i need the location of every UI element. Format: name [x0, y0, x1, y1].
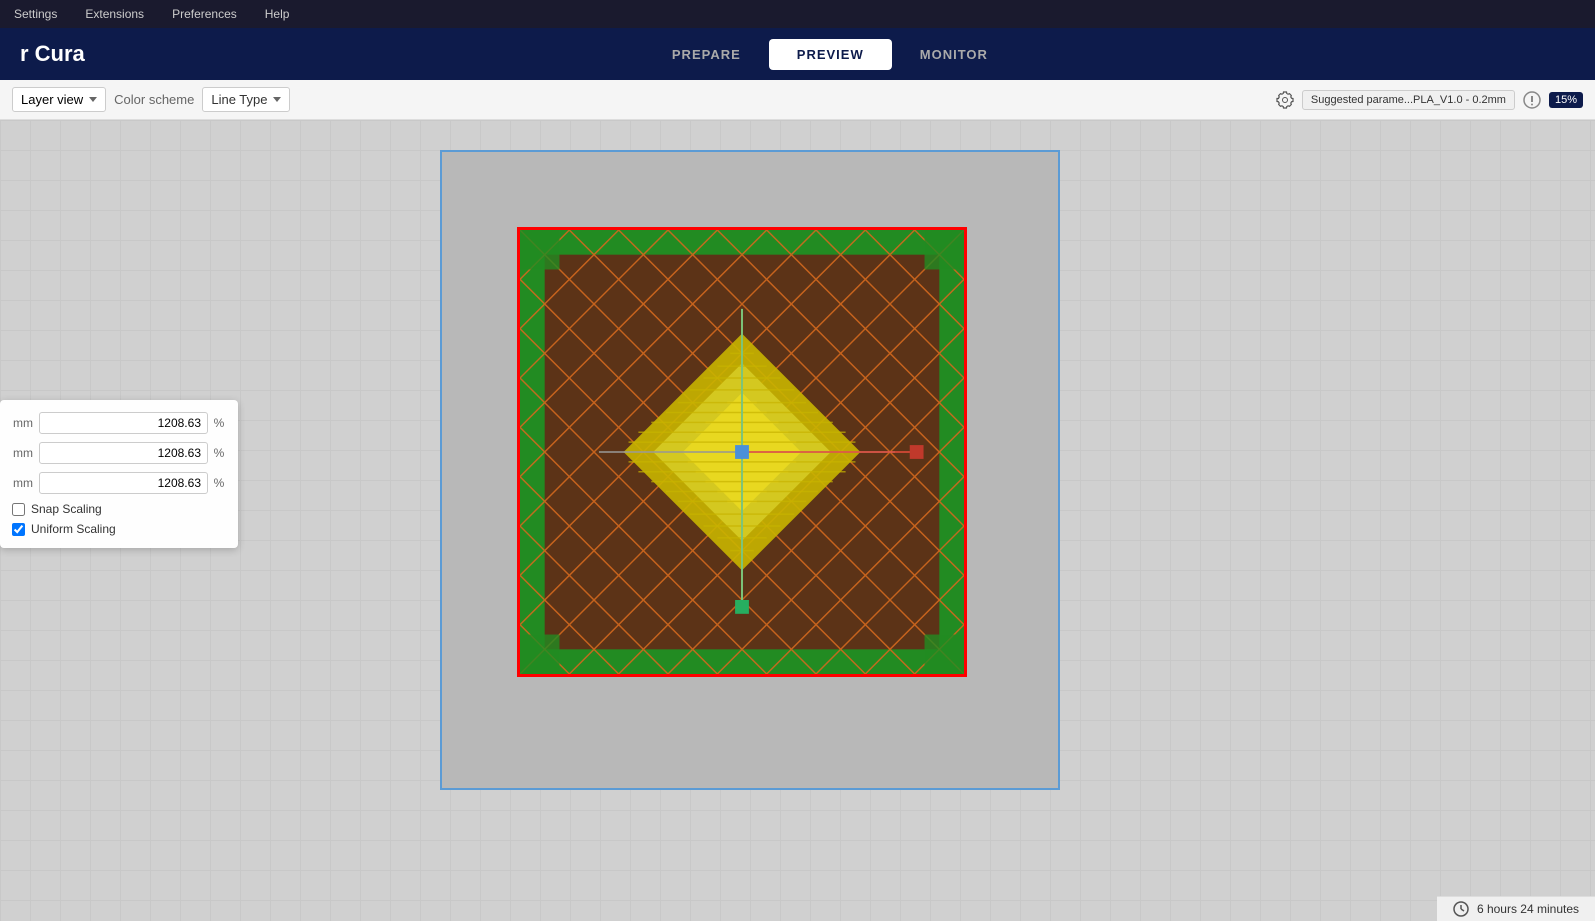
color-scheme-label: Color scheme — [114, 92, 194, 107]
color-scheme-chevron-icon — [273, 97, 281, 102]
scale-z-label: mm — [12, 476, 33, 490]
suggested-params-button[interactable]: Suggested parame...PLA_V1.0 - 0.2mm — [1302, 90, 1515, 110]
menu-extensions[interactable]: Extensions — [79, 5, 150, 23]
viewport[interactable]: 6 hours 24 minutes — [0, 120, 1595, 921]
app-title: r Cura — [20, 41, 85, 67]
snap-scaling-row: Snap Scaling — [12, 502, 226, 516]
scale-z-input[interactable] — [39, 472, 208, 494]
title-bar: r Cura PREPARE PREVIEW MONITOR — [0, 28, 1595, 80]
toolbar-right: Suggested parame...PLA_V1.0 - 0.2mm 15% — [1276, 90, 1583, 110]
nav-tabs: PREPARE PREVIEW MONITOR — [644, 39, 1016, 70]
menu-preferences[interactable]: Preferences — [166, 5, 243, 23]
tab-preview[interactable]: PREVIEW — [769, 39, 892, 70]
scale-y-input[interactable] — [39, 442, 208, 464]
status-bar: 6 hours 24 minutes — [1437, 896, 1595, 921]
settings-icon[interactable] — [1276, 91, 1294, 109]
menu-bar: Settings Extensions Preferences Help — [0, 0, 1595, 28]
scale-x-unit: % — [212, 416, 226, 430]
time-estimate: 6 hours 24 minutes — [1477, 902, 1579, 916]
uniform-scaling-checkbox[interactable] — [12, 523, 25, 536]
menu-settings[interactable]: Settings — [8, 5, 63, 23]
menu-help[interactable]: Help — [259, 5, 296, 23]
scale-z-unit: % — [212, 476, 226, 490]
scale-x-label: mm — [12, 416, 33, 430]
color-scheme-value: Line Type — [211, 92, 267, 107]
main-area: mm % mm % mm % Snap Scaling Uniform Scal… — [0, 120, 1595, 921]
toolbar: Layer view Color scheme Line Type Sugges… — [0, 80, 1595, 120]
warning-icon — [1523, 91, 1541, 109]
tab-monitor[interactable]: MONITOR — [892, 39, 1016, 70]
model-outer — [517, 227, 967, 677]
model-visualization — [520, 230, 964, 674]
tab-prepare[interactable]: PREPARE — [644, 39, 769, 70]
percentage-badge: 15% — [1549, 92, 1583, 108]
snap-scaling-label: Snap Scaling — [31, 502, 102, 516]
suggested-params-text: Suggested parame...PLA_V1.0 - 0.2mm — [1311, 94, 1506, 106]
scale-y-label: mm — [12, 446, 33, 460]
scale-y-unit: % — [212, 446, 226, 460]
scale-x-input[interactable] — [39, 412, 208, 434]
view-mode-select[interactable]: Layer view — [12, 87, 106, 112]
scale-z-row: mm % — [12, 472, 226, 494]
print-bed — [440, 150, 1060, 790]
color-scheme-select[interactable]: Line Type — [202, 87, 290, 112]
scale-y-row: mm % — [12, 442, 226, 464]
scale-panel: mm % mm % mm % Snap Scaling Uniform Scal… — [0, 400, 238, 548]
view-mode-label: Layer view — [21, 92, 83, 107]
clock-icon — [1453, 901, 1469, 917]
view-mode-chevron-icon — [89, 97, 97, 102]
uniform-scaling-row: Uniform Scaling — [12, 522, 226, 536]
snap-scaling-checkbox[interactable] — [12, 503, 25, 516]
scale-x-row: mm % — [12, 412, 226, 434]
uniform-scaling-label: Uniform Scaling — [31, 522, 116, 536]
